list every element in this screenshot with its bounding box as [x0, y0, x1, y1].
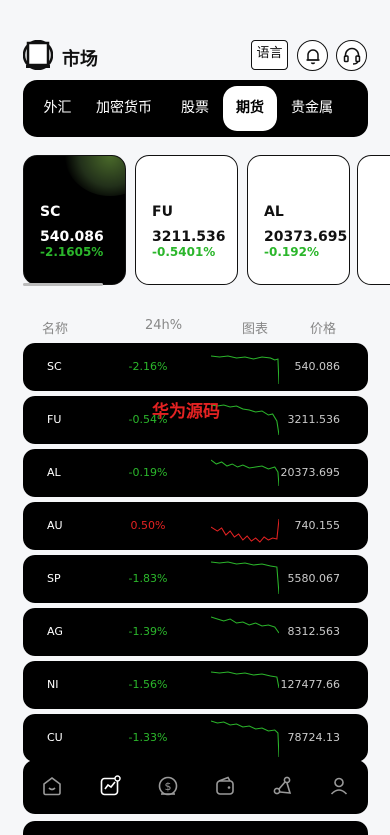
row-price: 78724.13 [287, 731, 341, 744]
row-symbol: CU [47, 731, 63, 744]
row-symbol: FU [47, 413, 62, 426]
table-row[interactable]: SC -2.16% 540.086 [23, 343, 368, 391]
card-price: 20373.695 [264, 229, 348, 245]
featured-card-partial[interactable] [357, 155, 390, 285]
row-symbol: AG [47, 625, 63, 638]
row-change: -1.39% [128, 625, 168, 638]
tab-stocks[interactable]: 股票 [169, 86, 221, 131]
card-symbol: SC [40, 204, 61, 220]
card-change: -0.5401% [152, 245, 216, 259]
app-header: 市场 语言 [0, 36, 390, 76]
featured-card[interactable]: SC 540.086 -2.1605% [23, 155, 126, 285]
card-symbol: AL [264, 204, 284, 220]
row-price: 8312.563 [287, 625, 341, 638]
card-symbol: FU [152, 204, 173, 220]
row-change: -1.83% [128, 572, 168, 585]
featured-card[interactable]: FU 3211.536 -0.5401% [135, 155, 238, 285]
row-change: -2.16% [128, 360, 168, 373]
card-change: -2.1605% [40, 245, 104, 259]
bell-icon [306, 48, 319, 64]
row-change: 0.50% [130, 519, 166, 532]
dollar-coin-icon[interactable]: $ [156, 774, 180, 798]
notifications-button[interactable] [297, 40, 328, 71]
svg-text:$: $ [165, 780, 172, 793]
row-change: -1.33% [128, 731, 168, 744]
tab-forex[interactable]: 外汇 [35, 86, 80, 131]
bottom-navigation: $ [23, 760, 368, 814]
sparkline-chart [211, 355, 279, 385]
row-price: 540.086 [294, 360, 341, 373]
row-price: 5580.067 [287, 572, 341, 585]
column-header-change: 24h% [145, 318, 183, 333]
row-change: -0.19% [128, 466, 168, 479]
sparkline-chart [211, 671, 279, 689]
card-glow-decoration [65, 156, 125, 196]
column-header-name: 名称 [42, 322, 69, 337]
wallet-icon[interactable] [213, 774, 237, 798]
sparkline-chart [211, 518, 279, 543]
featured-card[interactable]: AL 20373.695 -0.192% [247, 155, 350, 285]
row-price: 740.155 [294, 519, 341, 532]
featured-cards: SC 540.086 -2.1605% FU 3211.536 -0.5401%… [23, 155, 390, 285]
tab-futures[interactable]: 期货 [223, 86, 277, 131]
tab-precious-metals[interactable]: 贵金属 [285, 86, 339, 131]
column-header-chart: 图表 [242, 322, 269, 337]
list-item[interactable] [23, 821, 368, 835]
page-title: 市场 [62, 49, 98, 70]
market-chart-icon[interactable] [98, 774, 122, 798]
card-price: 3211.536 [152, 229, 226, 245]
table-row[interactable]: SP -1.83% 5580.067 [23, 555, 368, 603]
sparkline-chart [211, 616, 279, 634]
table-row[interactable]: AL -0.19% 20373.695 [23, 449, 368, 497]
language-button[interactable]: 语言 [251, 40, 288, 70]
table-row[interactable]: NI -1.56% 127477.66 [23, 661, 368, 709]
tab-crypto[interactable]: 加密货币 [91, 86, 157, 131]
share-network-icon[interactable] [270, 774, 294, 798]
headset-icon [343, 47, 360, 65]
row-price: 3211.536 [287, 413, 341, 426]
sparkline-chart [211, 720, 279, 757]
user-icon[interactable] [327, 774, 351, 798]
cards-scroll-indicator [23, 283, 103, 286]
row-change: -1.56% [128, 678, 168, 691]
column-header-price: 价格 [310, 322, 337, 337]
watermark-text: 华为源码 [152, 402, 220, 422]
support-button[interactable] [336, 40, 367, 71]
card-change: -0.192% [264, 245, 319, 259]
row-symbol: SC [47, 360, 62, 373]
home-icon[interactable] [40, 774, 64, 798]
sparkline-chart [211, 459, 279, 487]
row-symbol: SP [47, 572, 61, 585]
row-symbol: AU [47, 519, 63, 532]
row-price: 127477.66 [280, 678, 341, 691]
sparkline-chart [211, 561, 279, 595]
row-price: 20373.695 [280, 466, 341, 479]
table-row[interactable]: CU -1.33% 78724.13 [23, 714, 368, 762]
sparkline-chart [211, 404, 279, 436]
table-row[interactable]: AG -1.39% 8312.563 [23, 608, 368, 656]
market-category-tabs: 外汇 加密货币 股票 期货 贵金属 [23, 80, 368, 137]
row-symbol: AL [47, 466, 61, 479]
row-symbol: NI [47, 678, 59, 691]
table-row[interactable]: AU 0.50% 740.155 [23, 502, 368, 550]
logo-square-icon [23, 40, 53, 70]
card-price: 540.086 [40, 229, 104, 245]
